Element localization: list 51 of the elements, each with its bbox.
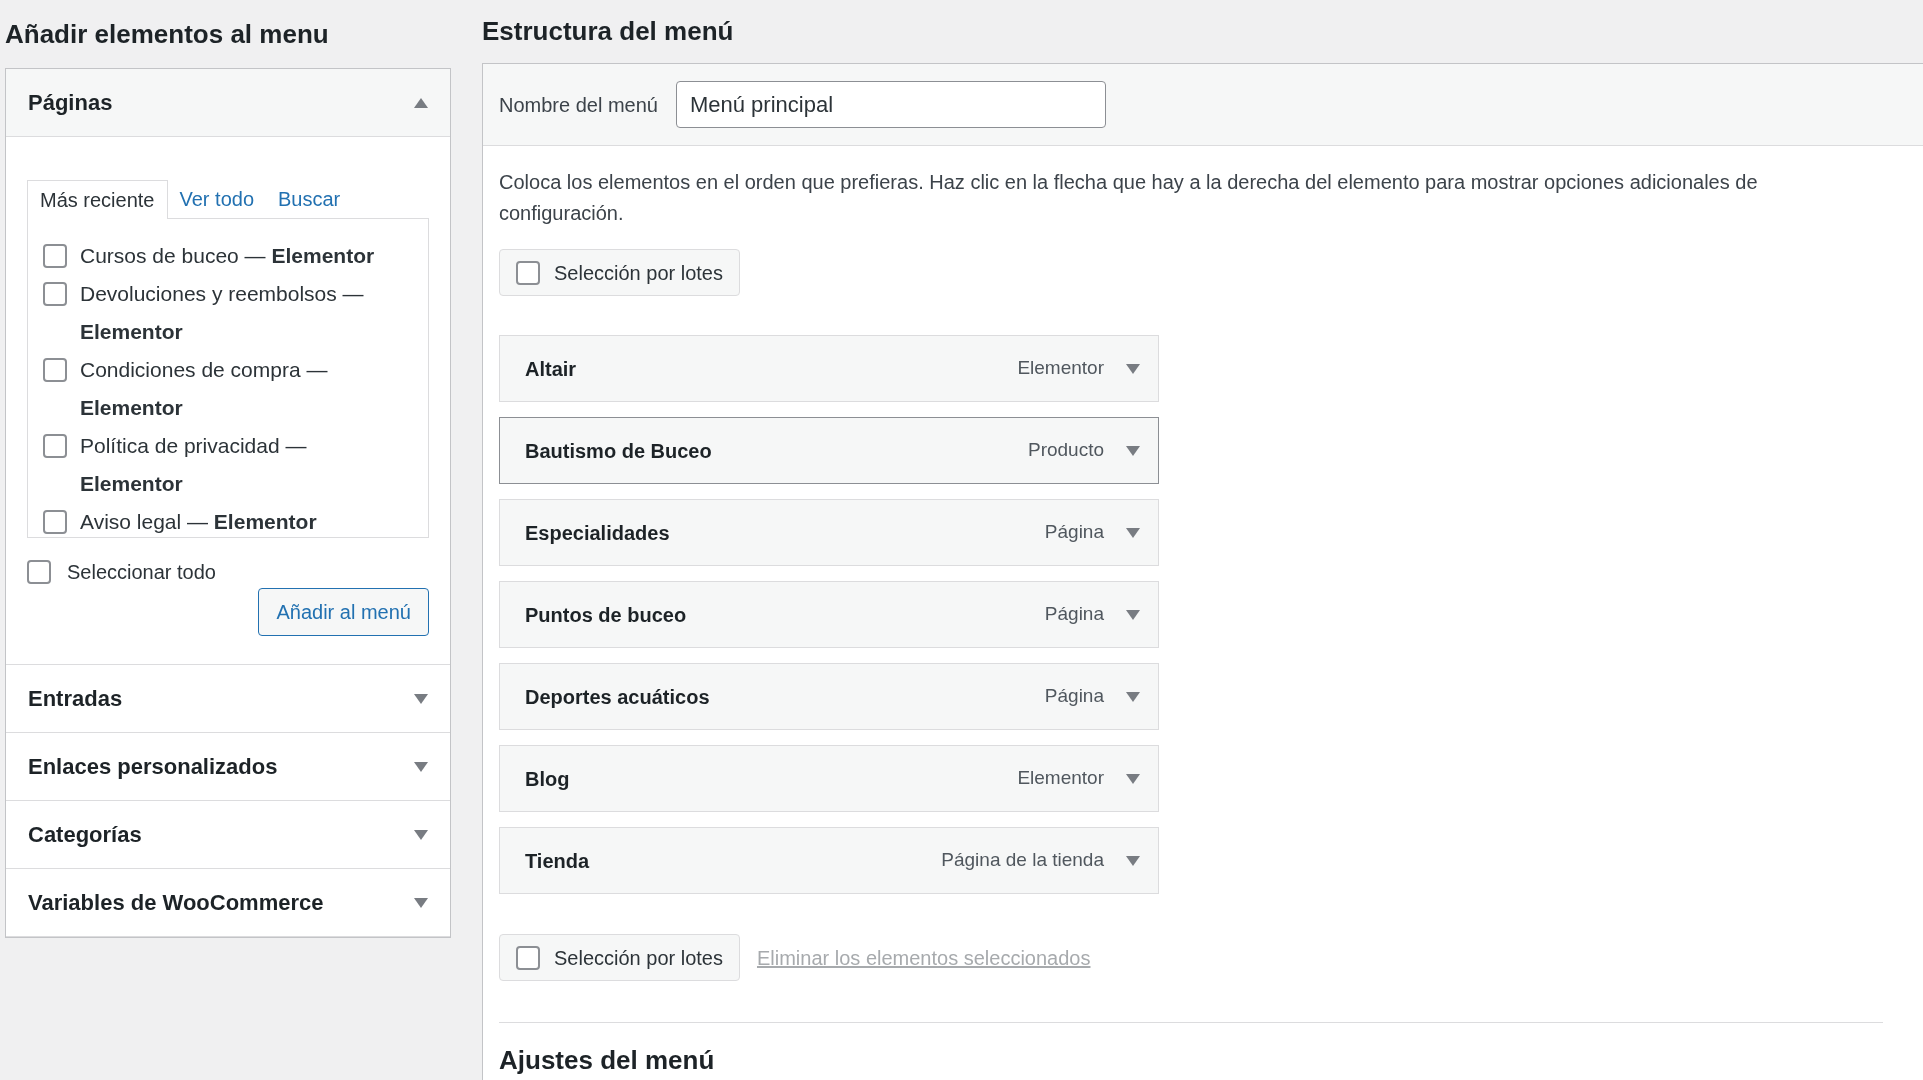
item-label: Política de privacidad — Elementor: [80, 433, 308, 497]
caret-down-icon[interactable]: [414, 761, 428, 772]
caret-down-icon[interactable]: [1126, 691, 1140, 702]
caret-down-icon[interactable]: [414, 829, 428, 840]
menu-item[interactable]: Deportes acuáticos Página: [499, 663, 1159, 730]
checkbox[interactable]: [43, 244, 67, 268]
field-label: Nombre del menú: [499, 92, 658, 118]
caret-down-icon[interactable]: [414, 897, 428, 908]
menu-item[interactable]: Tienda Página de la tienda: [499, 827, 1159, 894]
checkbox[interactable]: [43, 434, 67, 458]
caret-down-icon[interactable]: [1126, 855, 1140, 866]
tab[interactable]: Más reciente: [27, 180, 168, 219]
menu-item[interactable]: Bautismo de Buceo Producto: [499, 417, 1159, 484]
item-label: Cursos de buceo — Elementor: [80, 243, 375, 269]
tab[interactable]: Ver todo: [167, 179, 266, 218]
menu-item[interactable]: Puntos de buceo Página: [499, 581, 1159, 648]
checkbox-label: Seleccionar todo: [67, 560, 216, 585]
checkbox[interactable]: [43, 510, 67, 534]
checkbox[interactable]: [27, 560, 51, 584]
caret-down-icon[interactable]: [414, 693, 428, 704]
item-type: Página de la tienda: [941, 848, 1104, 873]
instructions-text: Coloca los elementos en el orden que prefieras. Haz clic en la flecha que hay a la derecha del elemento para mostrar opciones adicionales de configuración.: [499, 170, 1759, 226]
item-label: Condiciones de compra — Elementor: [80, 357, 329, 421]
bulk-select-button[interactable]: Selección por lotes: [499, 249, 740, 296]
checkbox[interactable]: [43, 282, 67, 306]
caret-down-icon[interactable]: [1126, 773, 1140, 784]
menu-name-field[interactable]: Menú principal: [675, 81, 1106, 128]
checkbox[interactable]: [43, 358, 67, 382]
caret-up-icon[interactable]: [414, 97, 428, 108]
caret-down-icon[interactable]: [1126, 527, 1140, 538]
item-type: Página: [1044, 602, 1104, 627]
item-type: Página: [1044, 684, 1104, 709]
caret-down-icon[interactable]: [1126, 363, 1140, 374]
section-heading: Estructura del menú: [482, 15, 734, 48]
item-label: Devoluciones y reembolsos — Elementor: [80, 281, 365, 345]
add-to-menu-button[interactable]: Añadir al menú: [258, 588, 429, 636]
item-label: Aviso legal — Elementor: [80, 509, 317, 535]
section-heading: Añadir elementos al menu: [5, 17, 329, 51]
accordion-header[interactable]: Páginas: [6, 69, 450, 137]
caret-down-icon[interactable]: [1126, 609, 1140, 620]
item-type: Elementor: [1017, 356, 1104, 381]
settings-heading: Ajustes del menú: [499, 1044, 716, 1077]
bulk-select-button[interactable]: Selección por lotes: [499, 934, 740, 981]
menu-item[interactable]: Blog Elementor: [499, 745, 1159, 812]
item-type: Página: [1044, 520, 1104, 545]
tab[interactable]: Buscar: [266, 179, 353, 218]
item-type: Elementor: [1017, 766, 1104, 791]
menu-item[interactable]: Altair Elementor: [499, 335, 1159, 402]
caret-down-icon[interactable]: [1126, 445, 1140, 456]
item-type: Producto: [1027, 438, 1104, 463]
menu-item[interactable]: Especialidades Página: [499, 499, 1159, 566]
